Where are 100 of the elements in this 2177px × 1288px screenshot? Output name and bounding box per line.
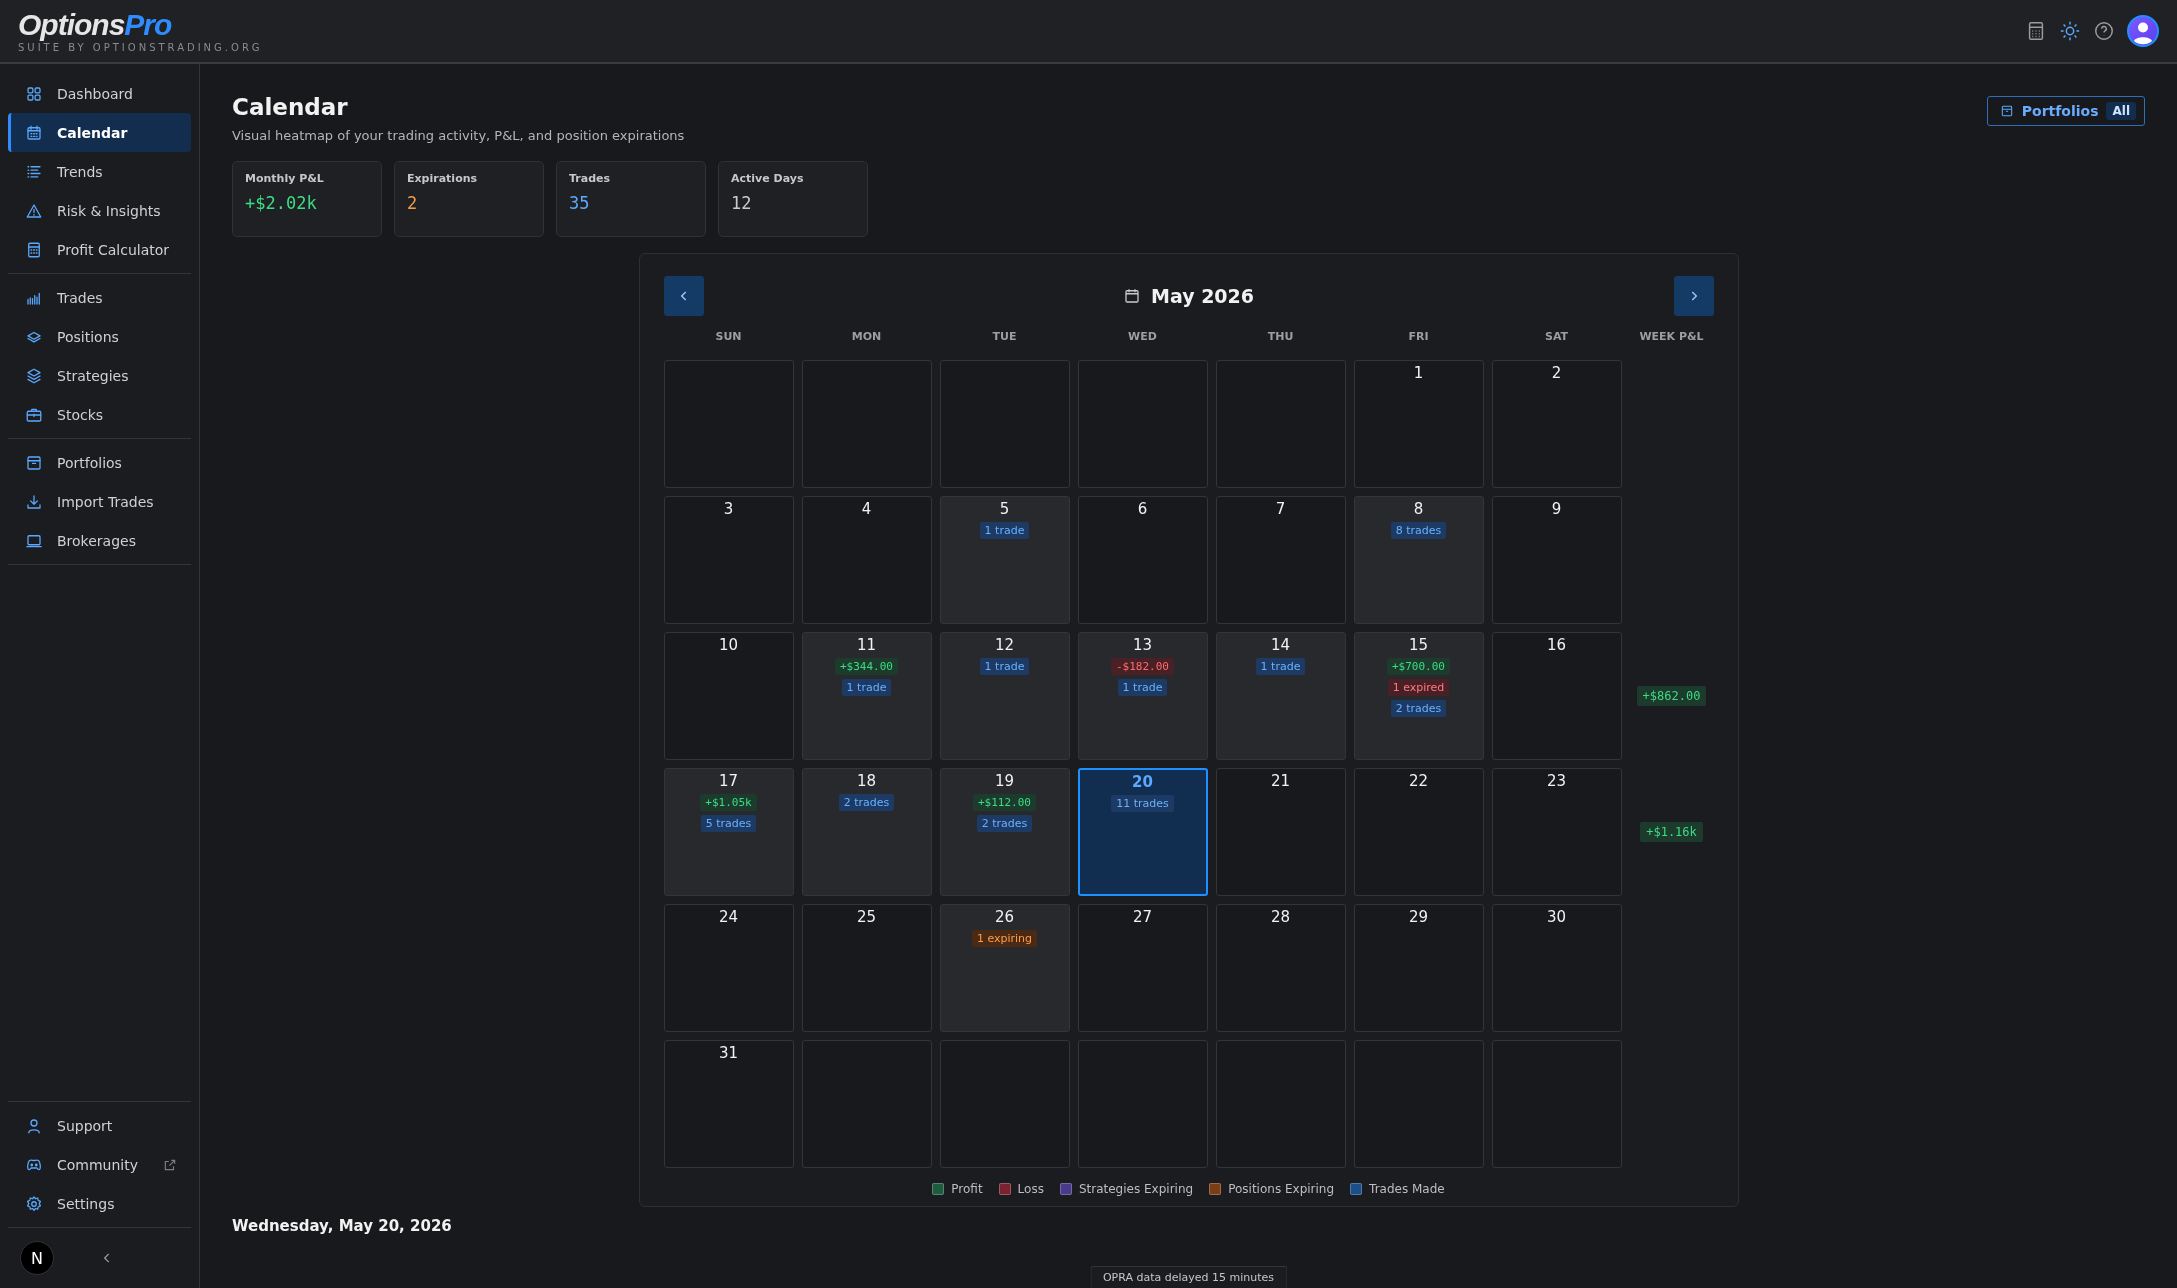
day-cell[interactable]: 7 [1215, 496, 1346, 624]
day-number: 25 [856, 908, 877, 926]
stack-icon [25, 366, 43, 385]
count-tag: 1 trade [1117, 679, 1168, 696]
day-cell[interactable]: 21 [1215, 768, 1346, 896]
sidebar-item[interactable]: Trends [8, 152, 191, 191]
day-cell[interactable]: 6 [1077, 496, 1208, 624]
day-cell[interactable]: 29 [1353, 904, 1484, 1032]
legend-label: Strategies Expiring [1078, 1182, 1194, 1196]
sidebar-item[interactable]: Calendar [8, 113, 191, 152]
sidebar-item[interactable]: Strategies [8, 356, 191, 395]
day-cell[interactable]: 19 +$112.00 2 trades [939, 768, 1070, 896]
day-cell[interactable]: 1 [1353, 360, 1484, 488]
count-tag: 1 trade [979, 522, 1030, 539]
day-number: 11 [856, 636, 877, 654]
day-number: 23 [1546, 772, 1567, 790]
stat-label: Monthly P&L [245, 172, 325, 185]
count-tag: 1 trade [841, 679, 892, 696]
day-number: 10 [718, 636, 739, 654]
day-cell[interactable]: 11 +$344.00 1 trade [801, 632, 932, 760]
legend-label: Profit [951, 1182, 983, 1196]
sidebar-item[interactable]: Portfolios [8, 443, 191, 482]
count-tag: 1 trade [1255, 658, 1306, 675]
day-number: 15 [1408, 636, 1429, 654]
day-cell[interactable]: 10 [663, 632, 794, 760]
day-number: 30 [1546, 908, 1567, 926]
sidebar-item[interactable]: Trades [8, 278, 191, 317]
legend-label: Trades Made [1369, 1182, 1445, 1196]
sidebar-item[interactable]: Positions [8, 317, 191, 356]
user-badge[interactable]: N [20, 1241, 54, 1275]
day-cell[interactable]: 30 [1491, 904, 1622, 1032]
day-number: 20 [1132, 773, 1153, 791]
count-tag: 2 trades [838, 794, 895, 811]
day-number: 7 [1275, 500, 1286, 518]
sun-icon[interactable] [2059, 20, 2081, 42]
person-icon [25, 1116, 43, 1135]
day-cell[interactable]: 22 [1353, 768, 1484, 896]
portfolios-button[interactable]: Portfolios All [1986, 96, 2145, 126]
day-number: 4 [861, 500, 872, 518]
day-number: 14 [1270, 636, 1291, 654]
count-tag: 2 trades [1390, 700, 1447, 717]
sidebar-item[interactable]: Profit Calculator [8, 230, 191, 269]
day-number: 19 [994, 772, 1015, 790]
month-title: May 2026 [1151, 285, 1254, 307]
day-cell[interactable]: 14 1 trade [1215, 632, 1346, 760]
filter-badge: All [2106, 102, 2136, 120]
avatar-icon[interactable] [2127, 15, 2159, 47]
day-cell[interactable]: 5 1 trade [939, 496, 1070, 624]
day-number: 27 [1132, 908, 1153, 926]
day-cell[interactable]: 26 1 expiring [939, 904, 1070, 1032]
day-cell[interactable]: 27 [1077, 904, 1208, 1032]
day-cell[interactable]: 18 2 trades [801, 768, 932, 896]
count-tag: 11 trades [1111, 795, 1174, 812]
day-cell[interactable]: 24 [663, 904, 794, 1032]
sidebar-item[interactable]: Community [8, 1145, 191, 1184]
column-header: WEEK P&L [1638, 330, 1705, 345]
pnl-tag: -$182.00 [1111, 658, 1174, 675]
day-cell[interactable]: 8 8 trades [1353, 496, 1484, 624]
day-number: 31 [718, 1044, 739, 1062]
sidebar-item[interactable]: Import Trades [8, 482, 191, 521]
day-cell[interactable]: 3 [663, 496, 794, 624]
day-cell[interactable]: 31 [663, 1040, 794, 1168]
logo: OptionsPro [18, 9, 173, 40]
sidebar-item[interactable]: Dashboard [8, 74, 191, 113]
day-cell[interactable]: 28 [1215, 904, 1346, 1032]
sidebar-item[interactable]: Support [8, 1106, 191, 1145]
day-cell[interactable]: 20 11 trades [1077, 768, 1208, 896]
sidebar-item[interactable]: Settings [8, 1184, 191, 1223]
sidebar-item[interactable]: Risk & Insights [8, 191, 191, 230]
external-link-icon [163, 1157, 177, 1172]
day-cell[interactable]: 16 [1491, 632, 1622, 760]
day-number: 18 [856, 772, 877, 790]
day-cell[interactable]: 12 1 trade [939, 632, 1070, 760]
stat-label: Active Days [731, 172, 805, 185]
weekday-header: SUN [714, 330, 743, 345]
day-number: 21 [1270, 772, 1291, 790]
weekday-header: MON [850, 330, 883, 345]
day-cell[interactable]: 2 [1491, 360, 1622, 488]
sidebar-item[interactable]: Stocks [8, 395, 191, 434]
day-cell[interactable]: 13 -$182.00 1 trade [1077, 632, 1208, 760]
page-subtitle: Visual heatmap of your trading activity, P&L, and position expirations [232, 128, 685, 143]
day-cell[interactable]: 25 [801, 904, 932, 1032]
day-cell[interactable]: 9 [1491, 496, 1622, 624]
day-cell[interactable]: 17 +$1.05k 5 trades [663, 768, 794, 896]
day-number: 3 [723, 500, 734, 518]
count-tag: 1 expired [1387, 679, 1450, 696]
stat-value: 2 [407, 193, 419, 213]
day-cell[interactable]: 23 [1491, 768, 1622, 896]
count-tag: 1 trade [979, 658, 1030, 675]
help-icon[interactable] [2093, 20, 2115, 42]
weekday-header: TUE [991, 330, 1018, 345]
sidebar-item[interactable]: Brokerages [8, 521, 191, 560]
count-tag: 2 trades [976, 815, 1033, 832]
day-cell[interactable]: 4 [801, 496, 932, 624]
box-icon [1999, 104, 2014, 118]
page-title: Calendar [232, 94, 349, 120]
day-number: 26 [994, 908, 1015, 926]
calendar-icon [25, 123, 43, 142]
day-cell[interactable]: 15 +$700.00 1 expired 2 trades [1353, 632, 1484, 760]
calendar-icon [1123, 287, 1141, 305]
